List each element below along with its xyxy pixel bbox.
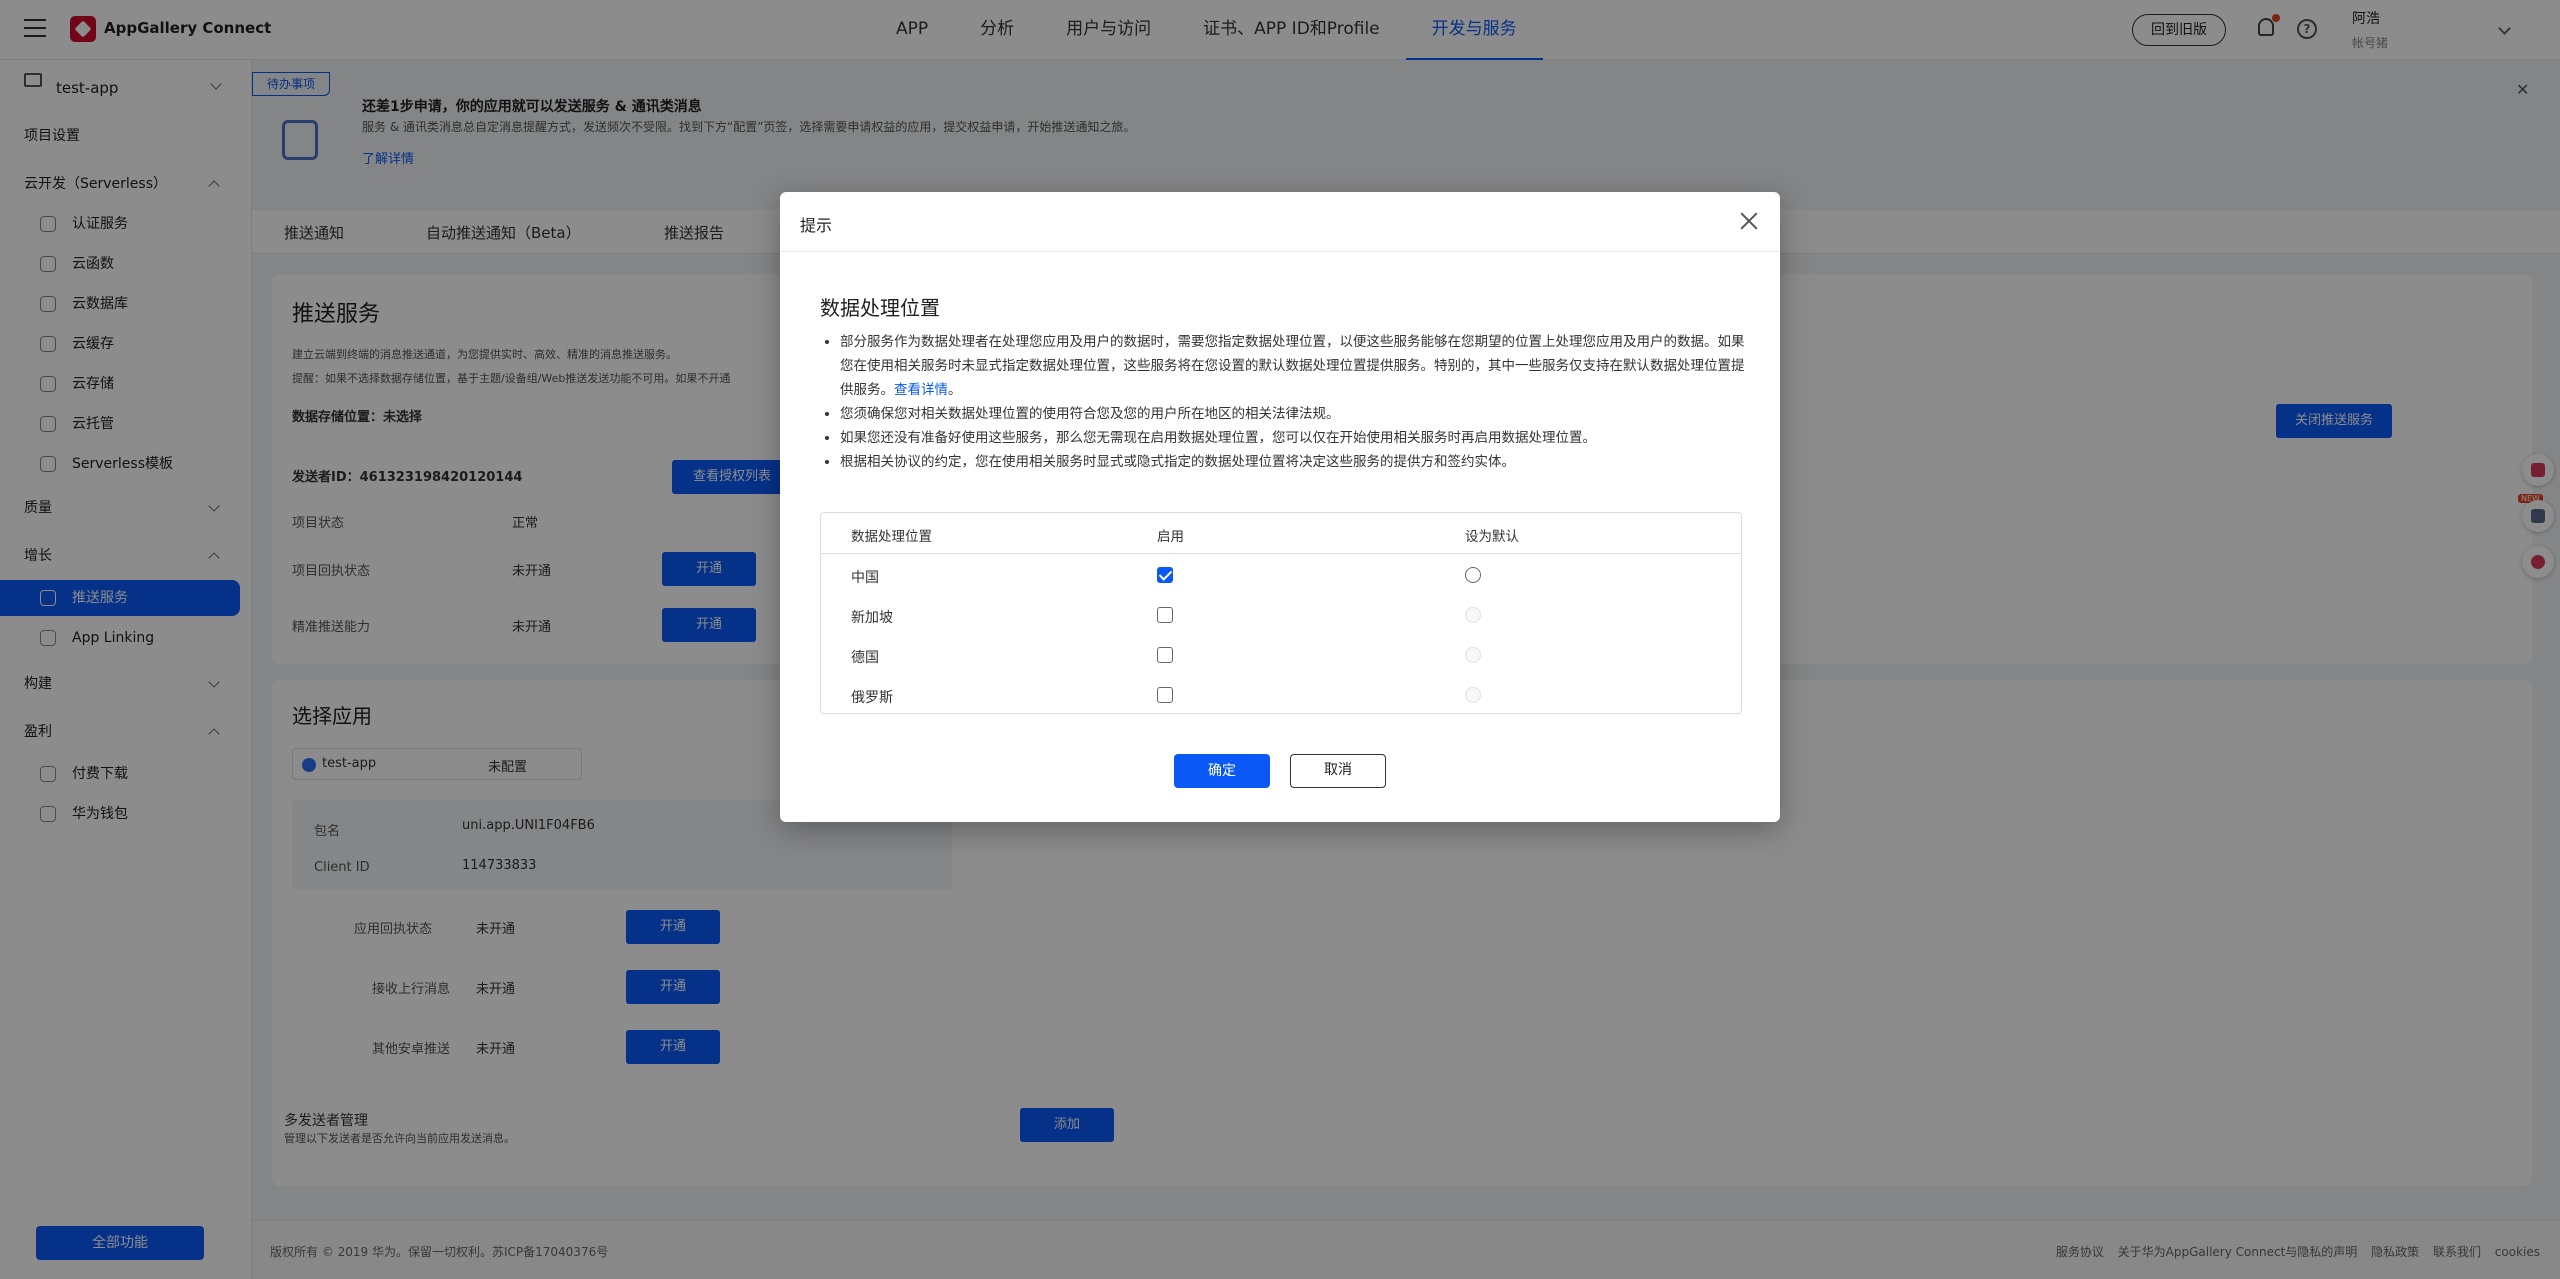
column-header-default: 设为默认	[1465, 529, 1519, 545]
default-radio-china[interactable]	[1465, 567, 1481, 583]
enable-checkbox-russia[interactable]	[1157, 687, 1173, 703]
table-divider	[821, 553, 1741, 554]
close-icon[interactable]	[1738, 210, 1760, 232]
enable-checkbox-germany[interactable]	[1157, 647, 1173, 663]
dialog-title: 提示	[800, 216, 833, 235]
table-row-location: 新加坡	[851, 610, 893, 626]
table-row-location: 德国	[851, 650, 879, 666]
notice-text: 部分服务作为数据处理者在处理您应用及用户的数据时，需要您指定数据处理位置，以便这…	[840, 334, 1745, 398]
notice-list: 部分服务作为数据处理者在处理您应用及用户的数据时，需要您指定数据处理位置，以便这…	[820, 330, 1750, 474]
view-details-link[interactable]: 查看详情	[894, 382, 948, 398]
notice-item: 如果您还没有准备好使用这些服务，那么您无需现在启用数据处理位置，您可以仅在开始使…	[840, 426, 1750, 450]
dialog-header: 提示	[780, 192, 1780, 252]
column-header-enable: 启用	[1157, 529, 1184, 545]
data-location-dialog: 提示 数据处理位置 部分服务作为数据处理者在处理您应用及用户的数据时，需要您指定…	[780, 192, 1780, 822]
enable-checkbox-china[interactable]	[1157, 567, 1173, 583]
table-row-location: 中国	[851, 570, 879, 586]
location-table: 数据处理位置 启用 设为默认 中国 新加坡 德国 俄罗斯	[820, 512, 1742, 714]
notice-item: 您须确保您对相关数据处理位置的使用符合您及您的用户所在地区的相关法律法规。	[840, 402, 1750, 426]
default-radio-singapore	[1465, 607, 1481, 623]
section-title: 数据处理位置	[820, 296, 940, 320]
notice-item: 根据相关协议的约定，您在使用相关服务时显式或隐式指定的数据处理位置将决定这些服务…	[840, 450, 1750, 474]
enable-checkbox-singapore[interactable]	[1157, 607, 1173, 623]
notice-item: 部分服务作为数据处理者在处理您应用及用户的数据时，需要您指定数据处理位置，以便这…	[840, 330, 1750, 402]
default-radio-germany	[1465, 647, 1481, 663]
default-radio-russia	[1465, 687, 1481, 703]
confirm-button[interactable]: 确定	[1174, 754, 1270, 788]
table-row-location: 俄罗斯	[851, 690, 893, 706]
cancel-button[interactable]: 取消	[1290, 754, 1386, 788]
column-header-location: 数据处理位置	[851, 529, 932, 545]
